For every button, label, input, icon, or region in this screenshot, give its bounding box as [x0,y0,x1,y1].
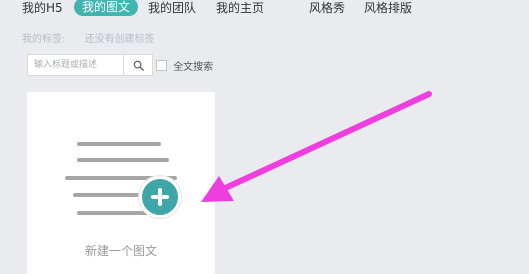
search-box [27,54,153,76]
new-article-label: 新建一个图文 [84,244,157,258]
tags-label: 我的标签: [22,34,66,45]
nav-item-my-team[interactable]: 我的团队 [148,0,196,20]
tags-row: 我的标签: 还没有创建标签 [22,30,155,45]
tags-empty-text: 还没有创建标签 [84,34,155,45]
new-article-card[interactable]: 新建一个图文 [27,92,215,274]
fulltext-label: 全文搜索 [173,62,214,73]
search-button[interactable] [123,55,152,75]
top-navigation: 我的H5 我的图文 我的团队 我的主页 风格秀 风格排版 [0,0,529,22]
nav-item-style-layout[interactable]: 风格排版 [364,0,412,20]
nav-item-my-h5[interactable]: 我的H5 [22,0,63,20]
nav-item-my-homepage[interactable]: 我的主页 [216,0,264,20]
nav-item-style-show[interactable]: 风格秀 [309,0,345,20]
fulltext-checkbox[interactable] [156,60,167,71]
search-input[interactable] [28,55,134,75]
search-icon [133,60,144,71]
plus-circle-icon[interactable] [139,176,181,218]
nav-item-my-articles[interactable]: 我的图文 [74,0,139,16]
fulltext-search-toggle[interactable]: 全文搜索 [156,58,213,73]
